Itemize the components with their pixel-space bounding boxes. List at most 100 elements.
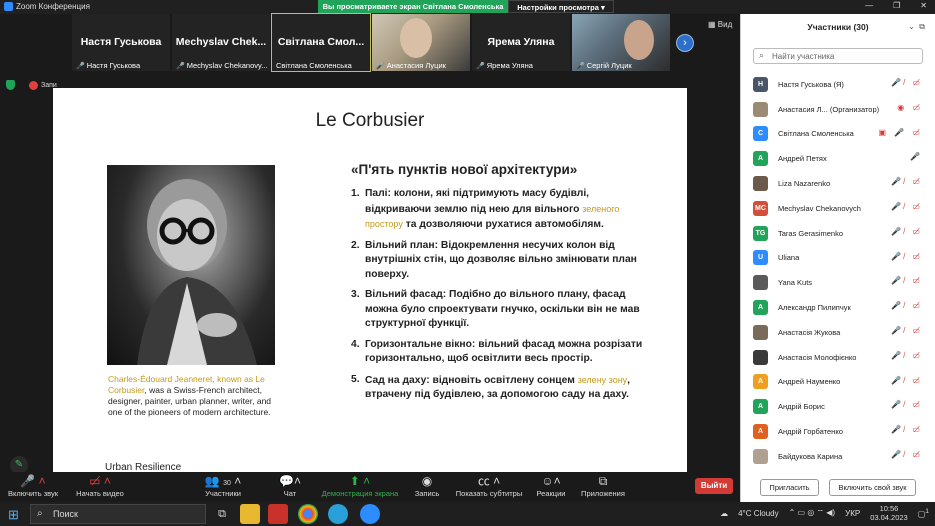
video-thumbnail[interactable]: Настя Гуськова 🎤 Настя Гуськова xyxy=(72,14,170,71)
point-text: Горизонтальне вікно: вільний фасад можна… xyxy=(365,338,643,365)
video-thumbnail[interactable]: 🎤 Сергій Луцик xyxy=(572,14,670,71)
telegram-icon[interactable] xyxy=(328,504,348,524)
participant-name: Андрей Науменко xyxy=(778,377,841,387)
participant-name: Андрій Горбатенко xyxy=(778,427,843,437)
thumbnail-strip: Настя Гуськова 🎤 Настя Гуськова Mechyslav… xyxy=(72,13,670,72)
participant-face xyxy=(624,20,654,60)
avatar: А xyxy=(753,300,768,316)
close-icon[interactable]: ✕ xyxy=(920,1,927,10)
participant-row[interactable]: Liza Nazarenko 🎤̸ ▭̸ xyxy=(753,171,925,196)
reactions-button[interactable]: ☺˄ Реакции xyxy=(534,473,568,498)
task-view-icon[interactable]: ⧉ xyxy=(212,504,232,524)
video-thumbnail[interactable]: Ярема Уляна 🎤 Ярема Уляна xyxy=(472,14,570,71)
participant-row[interactable]: А Андрій Борис 🎤̸ ▭̸ xyxy=(753,394,925,419)
reactions-label: Реакции xyxy=(536,489,566,498)
popout-icon[interactable]: ⧉ xyxy=(919,22,925,31)
participant-row[interactable]: Байдукова Карина 🎤̸ ▭̸ xyxy=(753,444,925,469)
point-text: Вільний план: Відокремлення несучих коло… xyxy=(365,239,637,280)
record-icon: ◉ xyxy=(421,474,433,488)
search-icon: ⌕ xyxy=(759,50,765,60)
thumbnail-name: Настя Гуськова xyxy=(80,36,162,48)
thumbnail-name: Світлана Смол... xyxy=(277,36,365,48)
mic-video-status-icon: 🎤̸ ▭̸ xyxy=(891,350,923,360)
captions-label: Показать субтитры xyxy=(455,489,523,498)
participant-row[interactable]: Анастасия Л... (Организатор) ◉ ▭̸ xyxy=(753,97,925,122)
share-screen-button[interactable]: ⬆ ˄ Демонстрация экрана xyxy=(318,473,402,498)
list-item: 3. Вільний фасад: Подібно до вільного пла… xyxy=(351,288,651,332)
invite-button[interactable]: Пригласить xyxy=(760,479,819,496)
mic-video-status-icon: 🎤̸ ▭̸ xyxy=(891,276,923,286)
weather-text: 4°C Cloudy xyxy=(738,508,779,518)
participant-name: Андрей Петях xyxy=(778,154,827,164)
participant-row[interactable]: Yana Kuts 🎤̸ ▭̸ xyxy=(753,270,925,295)
clock[interactable]: 10:56 03.04.2023 xyxy=(870,504,908,522)
video-thumbnail[interactable]: Mechyslav Chek... 🎤 Mechyslav Chekanovy..… xyxy=(172,14,270,71)
mic-muted-icon: 🎤 xyxy=(76,62,85,70)
chat-button[interactable]: 💬˄ Чат xyxy=(278,473,302,498)
participant-row[interactable]: Анастасія Жукова 🎤̸ ▭̸ xyxy=(753,320,925,345)
maximize-icon[interactable]: ❐ xyxy=(893,1,900,10)
windows-start-icon[interactable]: ⊞ xyxy=(8,507,19,523)
participant-row[interactable]: А Андрей Петях 🎤 xyxy=(753,146,925,171)
taskbar-search[interactable]: ⌕ Поиск xyxy=(30,504,206,524)
mic-video-status-icon: 🎤̸ ▭̸ xyxy=(891,449,923,459)
apps-button[interactable]: ⧉ Приложения xyxy=(578,473,628,498)
apps-icon: ⧉ xyxy=(598,474,608,488)
participant-row[interactable]: С Світлана Смоленська ▣ 🎤 ▭̸ xyxy=(753,122,925,147)
point-text: та дозволяючи рухатися автомобілям. xyxy=(402,219,604,230)
captions-button[interactable]: ㏄ ˄ Показать субтитры xyxy=(454,473,524,498)
shield-icon[interactable] xyxy=(6,80,15,90)
view-options-label: Настройки просмотра xyxy=(517,3,599,12)
view-label: Вид xyxy=(717,20,733,29)
file-explorer-icon[interactable] xyxy=(240,504,260,524)
leave-button[interactable]: Выйти xyxy=(695,478,733,494)
portrait-photo xyxy=(107,165,275,365)
avatar: Н xyxy=(753,76,768,92)
participant-name: Yana Kuts xyxy=(778,278,813,288)
avatar: А xyxy=(753,374,768,390)
mic-video-status-icon: 🎤 xyxy=(910,152,923,162)
view-button[interactable]: ▦ Вид xyxy=(708,20,732,29)
record-button[interactable]: ◉ Запись xyxy=(412,473,442,498)
video-thumbnail[interactable]: 🎤 Анастасия Луцик xyxy=(372,14,470,71)
record-icon xyxy=(29,80,38,90)
thumbnail-label: Настя Гуськова xyxy=(86,61,141,70)
unmute-button[interactable]: 🎤 ˄ Включить звук xyxy=(4,473,62,498)
cc-icon: ㏄ ˄ xyxy=(477,474,501,488)
thumbnail-name: Mechyslav Chek... xyxy=(175,36,267,48)
participant-row[interactable]: Анастасія Молофієнко 🎤̸ ▭̸ xyxy=(753,345,925,370)
zoom-taskbar-icon[interactable] xyxy=(360,504,380,524)
participant-name: Mechyslav Chekanovych xyxy=(778,203,861,213)
video-off-icon: ▭̸ ˄ xyxy=(89,474,111,488)
thumbnail-label: Анастасия Луцик xyxy=(386,61,446,70)
participant-name: Настя Гуськова (Я) xyxy=(778,79,844,89)
view-options-button[interactable]: Настройки просмотра ▾ xyxy=(508,0,614,13)
notification-icon[interactable]: ▢1 xyxy=(918,508,929,519)
search-input[interactable]: ⌕ Найти участника xyxy=(753,48,923,64)
participant-row[interactable]: U Uliana 🎤̸ ▭̸ xyxy=(753,246,925,271)
chat-icon: 💬˄ xyxy=(279,474,301,488)
taskbar: ⊞ ⌕ Поиск ⧉ ☁ 4°C Cloudy ⌃ ▭ ◎ ⌔ ◀) УКР 1… xyxy=(0,502,935,526)
participant-row[interactable]: Н Настя Гуськова (Я) 🎤̸ ▭̸ xyxy=(753,72,925,97)
app-icon[interactable] xyxy=(268,504,288,524)
chrome-icon[interactable] xyxy=(298,504,318,524)
participants-button[interactable]: 👥 30 ˄ Участники xyxy=(198,473,248,498)
unmute-self-button[interactable]: Включить свой звук xyxy=(829,479,916,496)
portrait-illustration xyxy=(137,179,257,365)
chevron-down-icon[interactable]: ⌄ xyxy=(908,22,915,31)
list-item: 5. Сад на даху: відновіть освітлену сонце… xyxy=(351,373,651,403)
participant-row[interactable]: А Андрій Горбатенко 🎤̸ ▭̸ xyxy=(753,419,925,444)
participant-row[interactable]: А Александр Пилипчук 🎤̸ ▭̸ xyxy=(753,295,925,320)
point-number: 4. xyxy=(351,338,360,350)
participant-row[interactable]: MC Mechyslav Chekanovych 🎤̸ ▭̸ xyxy=(753,196,925,221)
language-indicator[interactable]: УКР xyxy=(845,509,860,518)
start-video-button[interactable]: ▭̸ ˄ Начать видео xyxy=(72,473,128,498)
tray-icons[interactable]: ⌃ ▭ ◎ ⌔ ◀) xyxy=(789,508,835,518)
participant-row[interactable]: TG Taras Gerasimenko 🎤̸ ▭̸ xyxy=(753,221,925,246)
participant-row[interactable]: А Андрей Науменко 🎤̸ ▭̸ xyxy=(753,370,925,395)
minimize-icon[interactable]: — xyxy=(865,1,873,10)
chevron-right-icon[interactable]: › xyxy=(676,34,694,52)
point-number: 1. xyxy=(351,188,360,199)
window-controls: — ❐ ✕ xyxy=(865,1,927,10)
video-thumbnail-active-speaker[interactable]: Світлана Смол... Світлана Смоленська xyxy=(271,13,371,72)
